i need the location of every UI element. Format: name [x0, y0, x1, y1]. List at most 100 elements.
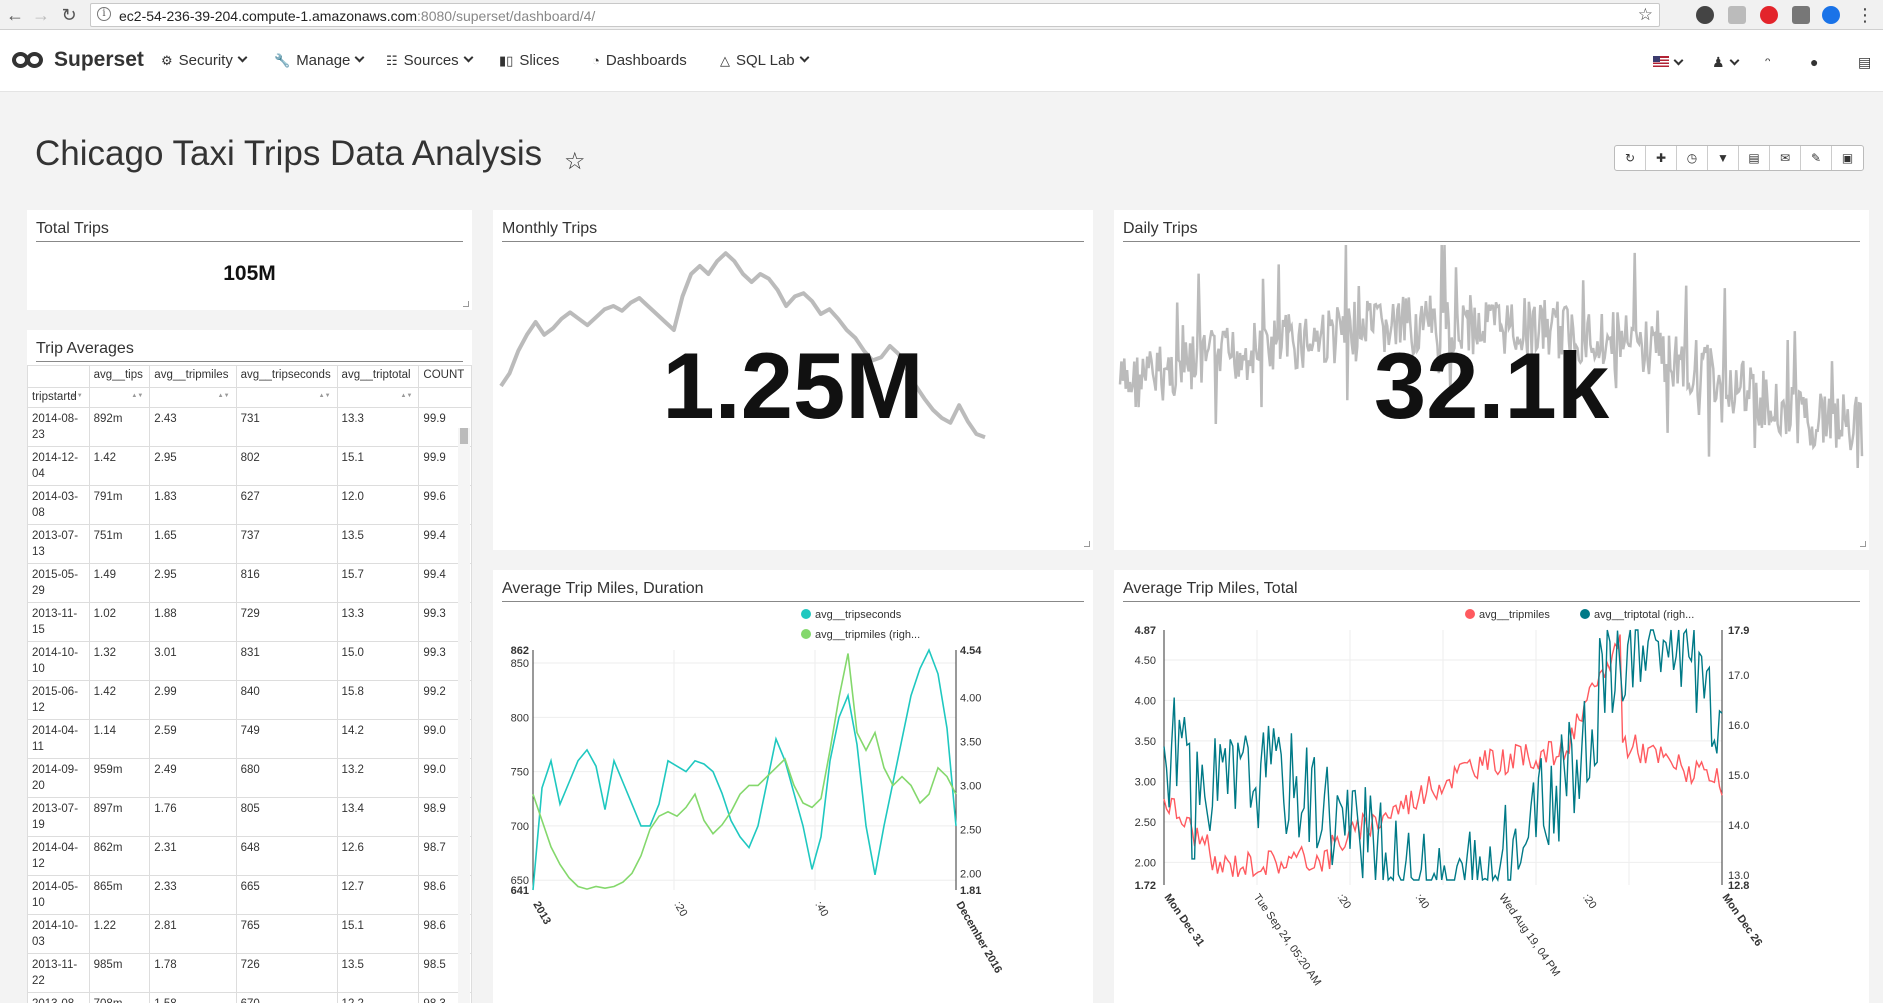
table-cell: 1.42: [88, 446, 151, 486]
column-header[interactable]: [27, 365, 90, 388]
reload-icon[interactable]: ↻: [58, 4, 80, 26]
column-header[interactable]: avg__triptotal: [336, 365, 420, 388]
version-icon[interactable]: ᵔ: [1765, 54, 1770, 70]
menu-security[interactable]: ⚙ Security: [161, 52, 248, 69]
table-row[interactable]: 2014-04- 12 862m 2.31 648 12.6 98.7: [27, 836, 472, 876]
filter-icon[interactable]: ▼: [1708, 146, 1739, 170]
table-cell: 802: [235, 446, 338, 486]
bar-chart-icon: ▮▯: [499, 52, 514, 68]
table-row[interactable]: 2013-11- 22 985m 1.78 726 13.5 98.5: [27, 953, 472, 993]
table-row[interactable]: 2013-07- 13 751m 1.65 737 13.5 99.4: [27, 524, 472, 564]
sort-header[interactable]: ▲▼: [149, 387, 237, 408]
column-header[interactable]: avg__tips: [88, 365, 151, 388]
y-tick-label: 17.0: [1728, 670, 1749, 682]
add-slice-icon[interactable]: ✚: [1646, 146, 1677, 170]
column-header[interactable]: COUNT: [418, 365, 472, 388]
table-row[interactable]: 2015-05- 29 1.49 2.95 816 15.7 99.4: [27, 563, 472, 603]
table-cell: 729: [235, 602, 338, 642]
extension-icon[interactable]: [1728, 6, 1746, 24]
legend-label: avg__tripseconds: [815, 609, 902, 621]
menu-slices[interactable]: ▮▯ Slices: [499, 52, 559, 69]
y-tick-label: 16.0: [1728, 720, 1749, 732]
table-row[interactable]: 2013-07- 19 897m 1.76 805 13.4 98.9: [27, 797, 472, 837]
extension-icon[interactable]: [1822, 6, 1840, 24]
sort-icon[interactable]: ▲▼: [319, 393, 331, 399]
x-tick-label: Wed Aug 19, 04 PM: [1496, 892, 1562, 979]
extension-icon[interactable]: [1696, 6, 1714, 24]
page-title: Chicago Taxi Trips Data Analysis: [35, 134, 543, 173]
menu-sources[interactable]: ☷ Sources: [386, 52, 474, 69]
sort-icon[interactable]: ▲▼: [218, 393, 230, 399]
x-tick-label: Mon Dec 31: [1162, 892, 1207, 949]
table-cell: 2014-04- 11: [27, 719, 90, 759]
table-row[interactable]: 2013-11- 15 1.02 1.88 729 13.3 99.3: [27, 602, 472, 642]
resize-handle[interactable]: [1860, 541, 1866, 547]
sort-header[interactable]: [418, 387, 472, 408]
table-row[interactable]: 2014-12- 04 1.42 2.95 802 15.1 99.9: [27, 446, 472, 486]
user-menu[interactable]: ♟: [1712, 54, 1740, 71]
sort-header[interactable]: ▲▼: [88, 387, 151, 408]
resize-handle[interactable]: [463, 301, 469, 307]
language-menu[interactable]: [1653, 54, 1684, 70]
y-tick-label: 2.50: [1135, 817, 1156, 829]
table-cell: 670: [235, 992, 338, 1003]
menu-manage[interactable]: 🔧 Manage: [274, 52, 365, 69]
bookmark-star-icon[interactable]: ☆: [1638, 5, 1653, 25]
y-tick-label: 4.87: [1135, 625, 1156, 637]
save-icon[interactable]: ▣: [1832, 146, 1863, 170]
docs-icon[interactable]: ▤: [1858, 54, 1871, 71]
clock-icon[interactable]: ◷: [1677, 146, 1708, 170]
sort-icon[interactable]: ▲▼: [131, 393, 143, 399]
sort-header[interactable]: ▲▼: [336, 387, 420, 408]
site-info-icon[interactable]: i: [97, 7, 111, 21]
sort-icon[interactable]: ▲▼: [401, 393, 413, 399]
table-cell: 2014-04- 12: [27, 836, 90, 876]
forward-icon[interactable]: →: [30, 4, 52, 26]
edit-icon[interactable]: ✎: [1801, 146, 1832, 170]
table-row[interactable]: 2014-04- 11 1.14 2.59 749 14.2 99.0: [27, 719, 472, 759]
back-icon[interactable]: ←: [4, 4, 26, 26]
url-text: ec2-54-236-39-204.compute-1.amazonaws.co…: [119, 8, 596, 24]
menu-icon[interactable]: ⋮: [1856, 6, 1874, 24]
panel-avg-miles-duration: Average Trip Miles, Duration avg__tripse…: [493, 570, 1093, 1003]
extension-icon[interactable]: [1792, 6, 1810, 24]
address-bar[interactable]: i ec2-54-236-39-204.compute-1.amazonaws.…: [90, 3, 1660, 27]
x-tick-label: :40: [1413, 892, 1432, 911]
table-row[interactable]: 2013-08-17708m1.5867012.298.3: [27, 992, 472, 1003]
table-cell: 627: [235, 485, 338, 525]
favorite-star-icon[interactable]: ☆: [564, 147, 586, 176]
brand[interactable]: Superset: [12, 48, 144, 72]
column-header[interactable]: avg__tripmiles: [149, 365, 237, 388]
table-row[interactable]: 2014-10- 03 1.22 2.81 765 15.1 98.6: [27, 914, 472, 954]
menu-dashboards[interactable]: ◔ Dashboards: [592, 52, 687, 69]
email-icon[interactable]: ✉: [1770, 146, 1801, 170]
superset-logo-icon: [12, 50, 46, 70]
table-row[interactable]: 2014-10- 10 1.32 3.01 831 15.0 99.3: [27, 641, 472, 681]
table-cell: 2014-03- 08: [27, 485, 90, 525]
table-cell: 15.0: [336, 641, 420, 681]
scrollbar-thumb[interactable]: [460, 428, 468, 444]
column-header[interactable]: avg__tripseconds: [235, 365, 338, 388]
sort-icon[interactable]: ▲▼: [71, 393, 83, 399]
sort-header[interactable]: tripstartd ▲▼: [27, 387, 90, 408]
y-tick-label: 3.00: [960, 780, 981, 792]
github-icon[interactable]: ●: [1810, 54, 1818, 70]
table-row[interactable]: 2014-03- 08 791m 1.83 627 12.0 99.6: [27, 485, 472, 525]
refresh-icon[interactable]: ↻: [1615, 146, 1646, 170]
table-cell: 15.8: [336, 680, 420, 720]
sort-header[interactable]: ▲▼: [235, 387, 338, 408]
table-cell: 12.6: [336, 836, 420, 876]
table-row[interactable]: 2014-08- 23 892m 2.43 731 13.3 99.9: [27, 407, 472, 447]
css-icon[interactable]: ▤: [1739, 146, 1770, 170]
table-cell: 15.1: [336, 914, 420, 954]
table-row[interactable]: 2015-06- 12 1.42 2.99 840 15.8 99.2: [27, 680, 472, 720]
caret-down-icon: [799, 52, 810, 63]
table-row[interactable]: 2014-09- 20 959m 2.49 680 13.2 99.0: [27, 758, 472, 798]
opera-icon[interactable]: [1760, 6, 1778, 24]
caret-down-icon: [237, 52, 248, 63]
table-cell: 680: [235, 758, 338, 798]
resize-handle[interactable]: [1084, 541, 1090, 547]
table-row[interactable]: 2014-05- 10 865m 2.33 665 12.7 98.6: [27, 875, 472, 915]
table-scrollbar[interactable]: [458, 428, 470, 1003]
menu-sql-lab[interactable]: △ SQL Lab: [720, 52, 810, 69]
